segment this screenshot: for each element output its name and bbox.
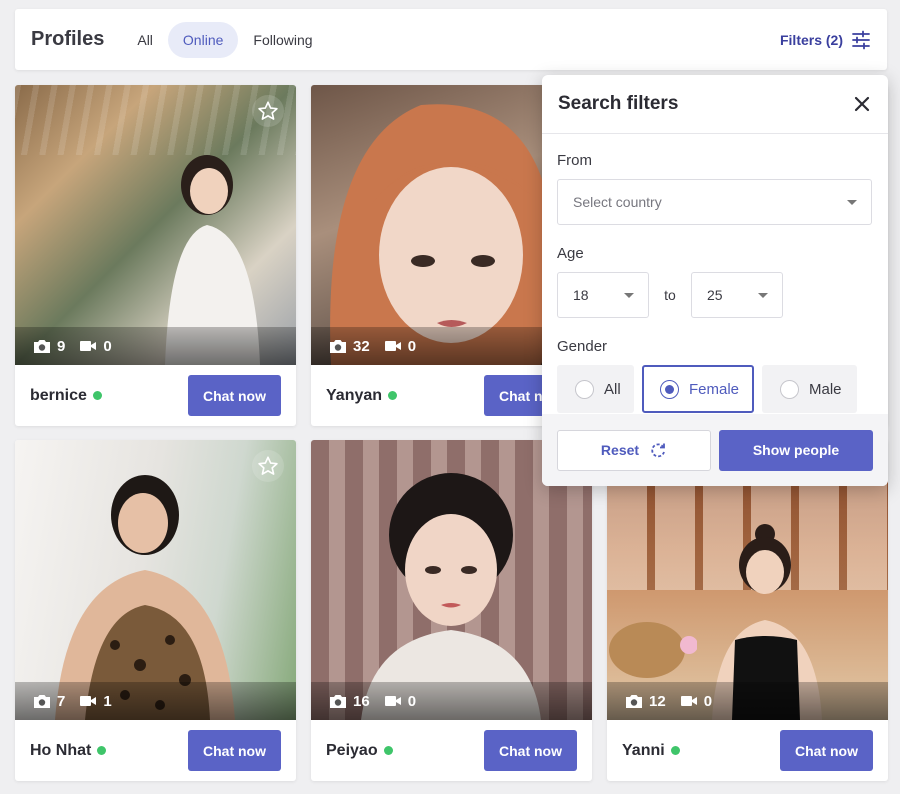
video-count: 0 [407, 692, 417, 710]
profile-name[interactable]: Yanni [622, 742, 665, 760]
gender-option-label: Male [809, 380, 842, 398]
chat-now-button[interactable]: Chat now [484, 730, 577, 771]
refresh-icon [651, 443, 665, 458]
camera-icon [34, 695, 50, 708]
filters-label: Filters (2) [779, 31, 843, 48]
profile-card[interactable]: 16 0 Peiyao Chat now [311, 440, 592, 781]
country-select[interactable]: Select country [557, 179, 872, 225]
online-indicator [388, 391, 398, 400]
reset-label: Reset [600, 442, 640, 458]
country-placeholder: Select country [573, 194, 662, 210]
gender-option-label: Female [689, 380, 740, 398]
radio-button[interactable] [780, 379, 799, 399]
media-stats: 12 0 [607, 682, 888, 720]
age-min-select[interactable]: 18 [557, 272, 649, 318]
profile-card[interactable]: 12 0 Yanni Chat now [607, 440, 888, 781]
media-stats: 7 1 [15, 682, 296, 720]
gender-option-female[interactable]: Female [642, 365, 754, 413]
video-icon [384, 341, 401, 351]
media-stats: 9 0 [15, 327, 296, 365]
star-icon [258, 101, 278, 120]
search-filters-panel: Search filters From Select country Age 1… [542, 75, 888, 486]
gender-option-male[interactable]: Male [762, 365, 857, 413]
gender-option-label: All [604, 380, 621, 398]
video-count: 0 [103, 337, 112, 355]
reset-button[interactable]: Reset [557, 429, 711, 471]
online-indicator [97, 746, 107, 755]
profile-name[interactable]: Yanyan [326, 387, 382, 405]
photo-count: 7 [57, 692, 66, 710]
camera-icon [626, 695, 642, 708]
video-count: 1 [103, 692, 112, 710]
chevron-down-icon [847, 200, 857, 205]
video-icon [80, 341, 97, 351]
radio-button[interactable] [660, 379, 679, 399]
age-max-select[interactable]: 25 [691, 272, 783, 318]
filters-button[interactable]: Filters (2) [780, 30, 871, 50]
chevron-down-icon [624, 293, 634, 298]
tab-following[interactable]: Following [238, 22, 327, 58]
tab-all[interactable]: All [122, 22, 168, 58]
photo-count: 32 [353, 337, 370, 355]
chevron-down-icon [758, 293, 768, 298]
video-icon [680, 696, 697, 706]
profile-photo[interactable]: 7 1 [15, 440, 296, 720]
chat-now-button[interactable]: Chat now [780, 730, 873, 771]
age-min-value: 18 [573, 287, 589, 303]
profile-photo[interactable]: 9 0 [15, 85, 296, 365]
profile-card[interactable]: 7 1 Ho Nhat Chat now [15, 440, 296, 781]
close-icon[interactable] [852, 94, 872, 114]
gender-label: Gender [557, 338, 608, 355]
sliders-icon [852, 30, 870, 49]
show-people-button[interactable]: Show people [719, 429, 873, 471]
photo-count: 9 [57, 337, 66, 355]
gender-option-all[interactable]: All [557, 365, 634, 413]
panel-title: Search filters [558, 93, 679, 114]
video-icon [384, 696, 401, 706]
chat-now-button[interactable]: Chat now [188, 375, 281, 416]
page-title: Profiles [31, 28, 105, 50]
photo-count: 12 [649, 692, 666, 710]
video-count: 0 [703, 692, 713, 710]
camera-icon [330, 340, 346, 353]
favorite-star-button[interactable] [252, 95, 284, 127]
profile-card[interactable]: 9 0 bernice Chat now [15, 85, 296, 426]
favorite-star-button[interactable] [252, 450, 284, 482]
online-indicator [670, 746, 680, 755]
camera-icon [330, 695, 346, 708]
radio-button[interactable] [575, 379, 594, 399]
age-max-value: 25 [707, 287, 723, 303]
profile-name[interactable]: bernice [30, 387, 87, 405]
online-indicator [92, 391, 102, 400]
tab-online[interactable]: Online [167, 21, 239, 58]
from-label: From [557, 152, 592, 169]
media-stats: 16 0 [311, 682, 592, 720]
chat-now-button[interactable]: Chat now [188, 730, 281, 771]
photo-count: 16 [353, 692, 370, 710]
camera-icon [34, 340, 50, 353]
star-icon [258, 456, 278, 475]
online-indicator [383, 746, 393, 755]
age-label: Age [557, 245, 584, 262]
profile-name[interactable]: Ho Nhat [30, 742, 91, 760]
profiles-header: Profiles All Online Following Filters (2… [15, 9, 887, 70]
age-to-label: to [664, 287, 676, 303]
profile-name[interactable]: Peiyao [326, 742, 378, 760]
video-count: 0 [407, 337, 417, 355]
video-icon [80, 696, 97, 706]
